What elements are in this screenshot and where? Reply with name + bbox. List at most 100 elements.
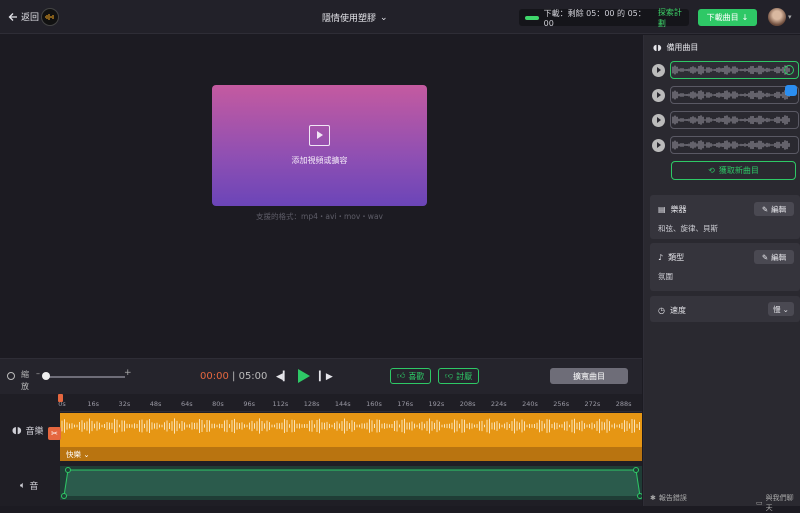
mood-label: 快樂 (66, 450, 81, 459)
ruler-tick: 96s (243, 400, 256, 408)
back-arrow-icon (8, 12, 17, 21)
edit-genre-button[interactable]: ✎ 編輯 (754, 250, 794, 264)
instruments-panel: ▤ 樂器 ✎ 編輯 和弦、旋律、貝斯 (650, 195, 800, 239)
logo-icon[interactable] (41, 8, 59, 26)
video-dropzone[interactable]: 添加視頻或擴容 (212, 85, 427, 206)
volume-envelope (61, 467, 642, 499)
volume-track-label: 🔈︎ 音 (20, 479, 38, 493)
genre-panel: ♪ 類型 ✎ 編輯 氛圍 (650, 243, 800, 291)
guitar-icon: ♪ (658, 253, 664, 262)
current-time: 00:00 (200, 371, 229, 382)
alternate-waveform[interactable] (670, 86, 799, 104)
ruler-tick: 272s (584, 400, 601, 408)
edit-instruments-button[interactable]: ✎ 編輯 (754, 202, 794, 216)
report-bug-link[interactable]: ✱ 報告錯誤 (650, 493, 687, 503)
ruler-tick: 208s (459, 400, 476, 408)
instruments-header: ▤ 樂器 (658, 204, 687, 215)
waveform-icon: ◖◗ (12, 425, 22, 436)
scissors-icon[interactable]: ✂ (48, 427, 61, 440)
music-waveform (61, 418, 640, 434)
download-status: 下載：剩餘 05：00 的 05：00 探索計劃 (519, 7, 689, 29)
alternates-title: 備用曲目 (666, 43, 699, 52)
waveform-icon (672, 115, 790, 125)
like-button[interactable]: 👍︎ 喜歡 (390, 368, 432, 384)
music-track[interactable]: 快樂 ⌄ (60, 413, 642, 461)
ruler-tick: 48s (149, 400, 162, 408)
report-label: 報告錯誤 (658, 494, 687, 502)
instrument-icon: ▤ (658, 205, 666, 214)
ruler-tick: 240s (522, 400, 538, 408)
speed-select[interactable]: 慢 ⌄ (768, 302, 794, 316)
alternate-track-4[interactable] (652, 136, 799, 154)
download-status-text: 下載：剩餘 05：00 的 05：00 (543, 8, 646, 28)
thumbs-up-icon: 👍︎ (397, 371, 406, 380)
playhead[interactable] (58, 394, 63, 402)
like-label: 喜歡 (408, 371, 425, 381)
genre-title: 類型 (668, 253, 685, 262)
ruler-tick: 256s (553, 400, 570, 408)
play-icon[interactable] (652, 138, 665, 152)
skip-back-icon[interactable]: ◀▎ (276, 372, 290, 382)
generate-label: 獲取新曲目 (718, 166, 759, 175)
film-icon (309, 125, 330, 146)
ruler-tick: 128s (303, 400, 320, 408)
edit-label: 編輯 (771, 252, 787, 262)
timeline-ruler[interactable]: 0s 16s 32s 48s 64s 80s 96s 112s 128s 144s 160s 176s… (58, 394, 642, 412)
skip-forward-icon[interactable]: ▎▶ (319, 372, 333, 382)
instruments-value: 和弦、旋律、貝斯 (658, 224, 718, 233)
volume-track[interactable] (60, 466, 642, 500)
ruler-tick: 112s (272, 400, 289, 408)
back-button[interactable]: 返回 (8, 10, 39, 23)
chat-link[interactable]: ▭ 與我們聊天 (756, 493, 800, 513)
zoom-out-button[interactable]: – (36, 369, 40, 378)
alternate-waveform[interactable] (670, 136, 799, 154)
play-icon[interactable] (652, 63, 665, 77)
music-track-label: ◖◗ 音樂 (12, 424, 44, 438)
waveform-icon (672, 140, 790, 150)
ruler-tick: 80s (212, 400, 224, 408)
zoom-slider[interactable] (45, 376, 125, 378)
download-progress-bar (525, 15, 539, 20)
project-title[interactable]: 隱情使用塑膠 ⌄ (322, 11, 388, 25)
ruler-tick: 288s (615, 400, 632, 408)
total-time: 05:00 (238, 371, 268, 382)
speed-panel: ◷ 速度 慢 ⌄ (650, 296, 800, 322)
play-icon[interactable] (298, 369, 310, 383)
play-icon[interactable] (652, 88, 665, 102)
supported-formats: 支援的格式：mp4・avi・mov・wav (256, 212, 383, 221)
ruler-tick: 16s (87, 400, 100, 408)
generate-track-button[interactable]: ⟲ 獲取新曲目 (671, 161, 796, 180)
alternate-track-2[interactable] (652, 86, 799, 104)
dislike-button[interactable]: 👎︎ 討厭 (438, 368, 480, 384)
dislike-label: 討厭 (456, 371, 473, 381)
download-track-button[interactable]: 下載曲目 ↓ (698, 9, 757, 26)
volume-icon: 🔈︎ (20, 480, 26, 491)
edit-label: 編輯 (771, 204, 787, 214)
speed-header: ◷ 速度 (658, 305, 686, 316)
explore-plans-link[interactable]: 探索計劃 (658, 7, 689, 29)
chat-bubble-icon[interactable] (785, 85, 797, 96)
chevron-down-icon: ⌄ (83, 450, 90, 459)
ruler-tick: 176s (397, 400, 414, 408)
time-display: 00:00 | 05:00 (200, 371, 267, 382)
avatar[interactable] (768, 8, 786, 26)
download-icon: ↓ (741, 13, 749, 22)
chat-label: 與我們聊天 (765, 494, 794, 512)
zoom-in-button[interactable]: + (124, 368, 132, 378)
alternate-track-3[interactable] (652, 111, 799, 129)
check-icon (784, 65, 794, 75)
timeline: 0s 16s 32s 48s 64s 80s 96s 112s 128s 144s 160s 176s… (0, 394, 642, 506)
mood-dropdown[interactable]: 快樂 ⌄ (66, 449, 90, 460)
pencil-icon: ✎ (761, 204, 769, 214)
download-button-label: 下載曲目 (706, 13, 739, 22)
alternate-track-1[interactable] (652, 61, 799, 79)
alternate-waveform[interactable] (670, 61, 799, 79)
zoom-label: 縮放 (21, 370, 29, 391)
play-icon[interactable] (652, 113, 665, 127)
chevron-down-icon[interactable]: ▾ (788, 13, 792, 21)
similar-track-button[interactable]: 擴寬曲目 (550, 368, 628, 384)
alternate-waveform[interactable] (670, 111, 799, 129)
zoom-slider-handle[interactable] (42, 372, 50, 380)
thumbs-down-icon: 👎︎ (445, 371, 454, 380)
ruler-tick: 160s (366, 400, 382, 408)
